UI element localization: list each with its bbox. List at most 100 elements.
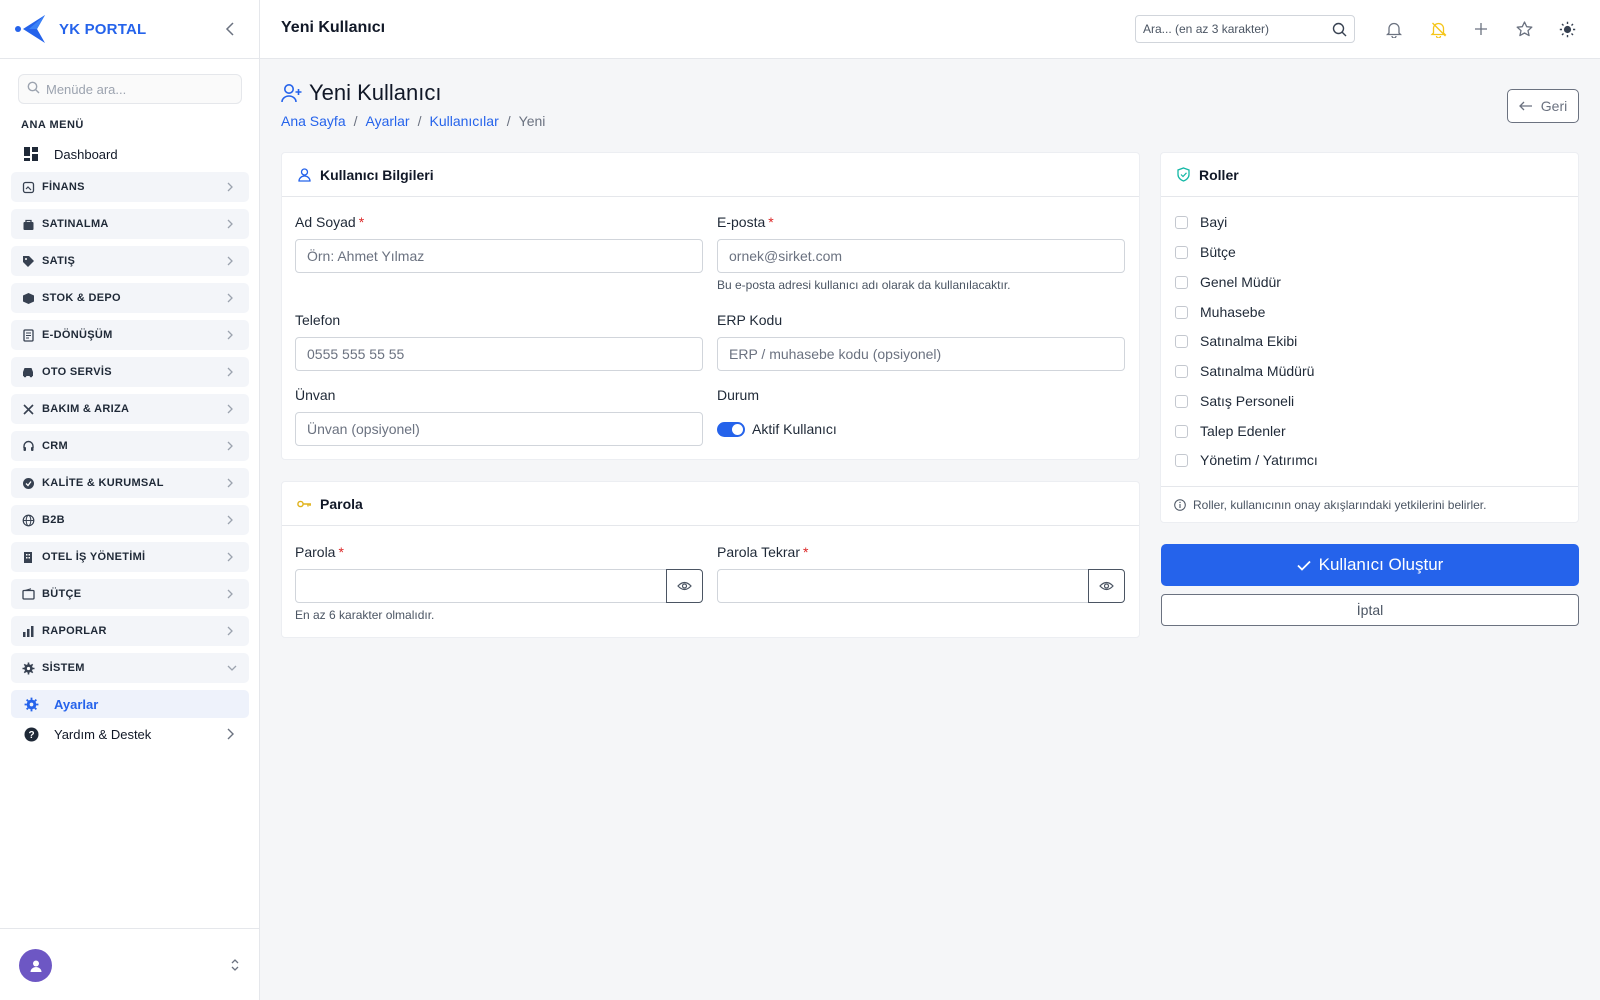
global-search-input[interactable] (1143, 22, 1323, 36)
menu-search-input[interactable] (46, 81, 226, 97)
sidebar-item-oto-servis[interactable]: OTO SERVİS (11, 357, 249, 387)
chevron-right-icon (227, 255, 237, 267)
roles-title: Roller (1199, 166, 1239, 183)
star-icon[interactable] (1515, 20, 1533, 38)
sidebar-item-stok-depo[interactable]: STOK & DEPO (11, 283, 249, 313)
sidebar-item-raporlar[interactable]: RAPORLAR (11, 616, 249, 646)
breadcrumb-settings[interactable]: Ayarlar (366, 113, 410, 129)
logo-icon (15, 13, 49, 45)
sidebar-item-satinalma[interactable]: SATINALMA (11, 209, 249, 239)
title-input[interactable] (295, 412, 703, 446)
sidebar-item-butce[interactable]: BÜTÇE (11, 579, 249, 609)
checkbox[interactable] (1175, 394, 1188, 408)
role-label: Muhasebe (1200, 304, 1266, 320)
role-checkbox-muhasebe[interactable]: Muhasebe (1175, 303, 1265, 321)
confirm-password-input[interactable] (717, 569, 1089, 603)
sidebar-item-label: CRM (42, 440, 68, 452)
search-icon[interactable] (1332, 22, 1347, 40)
role-checkbox-talep-edenler[interactable]: Talep Edenler (1175, 422, 1286, 440)
sidebar-item-label: Dashboard (54, 146, 118, 162)
cancel-button[interactable]: İptal (1161, 594, 1579, 626)
sidebar-item-otel-is-yonetimi[interactable]: OTEL İŞ YÖNETİMİ (11, 542, 249, 572)
sidebar-item-crm[interactable]: CRM (11, 431, 249, 461)
checkbox[interactable] (1175, 215, 1188, 229)
password-title: Parola (320, 495, 363, 512)
quality-badge-icon (21, 476, 35, 490)
phone-input[interactable] (295, 337, 703, 371)
role-checkbox-satinalma-ekibi[interactable]: Satınalma Ekibi (1175, 332, 1297, 350)
checkbox[interactable] (1175, 275, 1188, 289)
roles-header: Roller (1161, 153, 1578, 197)
role-checkbox-genel-mudur[interactable]: Genel Müdür (1175, 273, 1281, 291)
plus-icon[interactable] (1472, 20, 1490, 38)
role-checkbox-bayi[interactable]: Bayi (1175, 213, 1227, 231)
sidebar-item-satis[interactable]: SATIŞ (11, 246, 249, 276)
bar-chart-icon (21, 624, 35, 638)
sidebar-item-label: SATIŞ (42, 255, 76, 267)
active-user-toggle-label[interactable]: Aktif Kullanıcı (752, 421, 837, 437)
checkbox[interactable] (1175, 245, 1188, 259)
bell-off-icon[interactable] (1429, 20, 1447, 38)
checkbox[interactable] (1175, 424, 1188, 438)
checkbox[interactable] (1175, 305, 1188, 319)
password-input[interactable] (295, 569, 667, 603)
role-checkbox-satis-personeli[interactable]: Satış Personeli (1175, 392, 1294, 410)
user-plus-icon (281, 83, 303, 103)
password-label: Parola * (295, 544, 344, 560)
collapse-sidebar-icon[interactable] (221, 20, 239, 38)
toggle-knob (732, 424, 743, 435)
expand-collapse-icon[interactable] (229, 957, 241, 973)
sidebar-item-label: OTEL İŞ YÖNETİMİ (42, 551, 146, 563)
menu-search[interactable] (18, 74, 242, 104)
breadcrumb-separator: / (417, 113, 422, 129)
breadcrumb-users[interactable]: Kullanıcılar (429, 113, 498, 129)
phone-label: Telefon (295, 312, 341, 328)
active-user-toggle[interactable] (717, 422, 745, 437)
sidebar-item-label: B2B (42, 514, 65, 526)
email-input[interactable] (717, 239, 1125, 273)
sidebar-item-dashboard[interactable]: Dashboard (22, 144, 118, 164)
box-icon (21, 291, 35, 305)
headset-icon (21, 439, 35, 453)
role-checkbox-yonetim-yatirimci[interactable]: Yönetim / Yatırımcı (1175, 451, 1318, 469)
checkbox[interactable] (1175, 453, 1188, 467)
bell-icon[interactable] (1385, 20, 1403, 38)
erp-input[interactable] (717, 337, 1125, 371)
sidebar-item-bakim-ariza[interactable]: BAKIM & ARIZA (11, 394, 249, 424)
role-label: Satış Personeli (1200, 393, 1295, 409)
role-label: Bütçe (1200, 244, 1236, 260)
header-title: Yeni Kullanıcı (281, 19, 386, 36)
create-user-button[interactable]: Kullanıcı Oluştur (1161, 544, 1579, 586)
avatar[interactable] (19, 949, 52, 982)
sidebar-item-kalite-kurumsal[interactable]: KALİTE & KURUMSAL (11, 468, 249, 498)
sidebar-subitem-ayarlar[interactable]: Ayarlar (11, 690, 249, 718)
name-input[interactable] (295, 239, 703, 273)
sun-icon[interactable] (1558, 20, 1576, 38)
breadcrumb-home[interactable]: Ana Sayfa (281, 113, 346, 129)
sidebar-item-label: RAPORLAR (42, 625, 107, 637)
checkbox[interactable] (1175, 334, 1188, 348)
back-button[interactable]: Geri (1507, 89, 1579, 123)
sidebar-item-help[interactable]: ? Yardım & Destek (24, 724, 234, 744)
sidebar-item-sistem[interactable]: SİSTEM (11, 653, 249, 683)
create-user-label: Kullanıcı Oluştur (1318, 555, 1444, 574)
global-search[interactable] (1135, 15, 1355, 43)
document-icon (21, 328, 35, 342)
show-confirm-password-button[interactable] (1088, 569, 1125, 603)
sidebar-item-finans[interactable]: FİNANS (11, 172, 249, 202)
user-info-title: Kullanıcı Bilgileri (320, 166, 434, 183)
show-password-button[interactable] (666, 569, 703, 603)
checkbox[interactable] (1175, 364, 1188, 378)
breadcrumb-separator: / (506, 113, 511, 129)
role-checkbox-butce[interactable]: Bütçe (1175, 243, 1236, 261)
brand[interactable]: YK PORTAL (0, 0, 259, 59)
erp-label: ERP Kodu (717, 312, 783, 328)
breadcrumb-current: Yeni (518, 113, 546, 129)
section-title: ANA MENÜ (21, 119, 84, 131)
search-icon (27, 81, 40, 97)
tag-icon (21, 254, 35, 268)
role-checkbox-satinalma-muduru[interactable]: Satınalma Müdürü (1175, 362, 1314, 380)
sidebar-item-b2b[interactable]: B2B (11, 505, 249, 535)
cancel-label: İptal (1356, 602, 1384, 618)
sidebar-item-e-donusum[interactable]: E-DÖNÜŞÜM (11, 320, 249, 350)
